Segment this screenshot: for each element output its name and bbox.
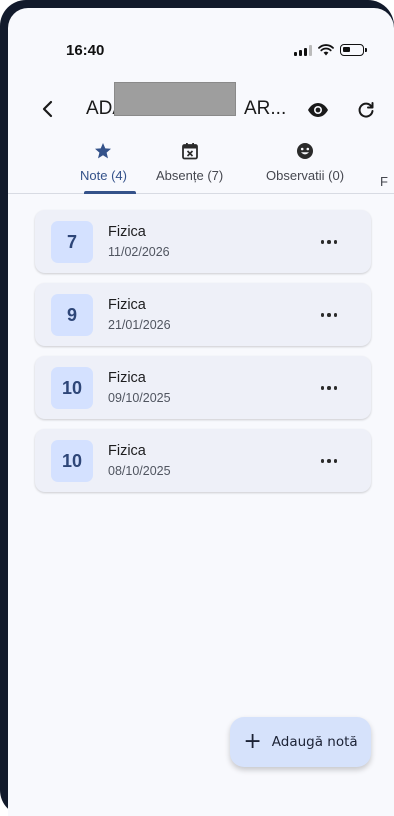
- redacted-name-block: [114, 82, 236, 116]
- plus-icon: +: [243, 729, 262, 754]
- tab-observatii-label: Observatii (0): [266, 168, 345, 183]
- grade-subject: Fizica: [108, 370, 146, 386]
- add-grade-button[interactable]: + Adaugă notă: [230, 717, 371, 767]
- tab-absente[interactable]: Absențe (7): [156, 140, 223, 183]
- status-time: 16:40: [66, 42, 105, 59]
- visibility-button[interactable]: [304, 96, 332, 124]
- status-bar: 16:40: [8, 8, 394, 88]
- smiley-icon: [296, 140, 314, 162]
- grade-value: 10: [51, 440, 93, 482]
- grade-value: 7: [51, 221, 93, 263]
- grade-card[interactable]: 7 Fizica 11/02/2026: [35, 210, 371, 273]
- more-options-icon[interactable]: [317, 378, 341, 398]
- tab-overflow[interactable]: F: [380, 174, 388, 189]
- more-options-icon[interactable]: [317, 451, 341, 471]
- grade-list: 7 Fizica 11/02/2026 9 Fizica 21/01/2026 …: [35, 210, 371, 502]
- grade-subject: Fizica: [108, 224, 146, 240]
- grade-value: 10: [51, 367, 93, 409]
- tab-note-label: Note (4): [80, 168, 127, 183]
- refresh-icon: [358, 102, 374, 118]
- tab-bar: Note (4) Absențe (7) Observatii (0) F: [8, 136, 394, 194]
- refresh-button[interactable]: [352, 96, 380, 124]
- grade-card[interactable]: 9 Fizica 21/01/2026: [35, 283, 371, 346]
- grade-date: 09/10/2025: [108, 391, 171, 405]
- battery-icon: [340, 44, 367, 56]
- grade-date: 21/01/2026: [108, 318, 171, 332]
- status-icons: [294, 44, 367, 56]
- grade-card[interactable]: 10 Fizica 08/10/2025: [35, 429, 371, 492]
- signal-icon: [294, 44, 312, 56]
- grade-date: 08/10/2025: [108, 464, 171, 478]
- grade-subject: Fizica: [108, 443, 146, 459]
- calendar-x-icon: [181, 140, 199, 162]
- tab-absente-label: Absențe (7): [156, 168, 224, 183]
- grade-subject: Fizica: [108, 297, 146, 313]
- more-options-icon[interactable]: [317, 232, 341, 252]
- back-arrow-icon: [42, 100, 53, 118]
- grade-date: 11/02/2026: [108, 245, 170, 259]
- more-options-icon[interactable]: [317, 305, 341, 325]
- app-title-end: AR...: [244, 98, 287, 119]
- tab-note[interactable]: Note (4): [80, 140, 127, 183]
- grade-value: 9: [51, 294, 93, 336]
- eye-icon: [308, 103, 328, 117]
- back-button[interactable]: [32, 94, 62, 124]
- wifi-icon: [318, 44, 334, 56]
- grade-card[interactable]: 10 Fizica 09/10/2025: [35, 356, 371, 419]
- add-grade-label: Adaugă notă: [271, 734, 358, 750]
- tab-observatii[interactable]: Observatii (0): [266, 140, 344, 183]
- tab-active-indicator: [84, 191, 136, 194]
- star-icon: [94, 140, 112, 162]
